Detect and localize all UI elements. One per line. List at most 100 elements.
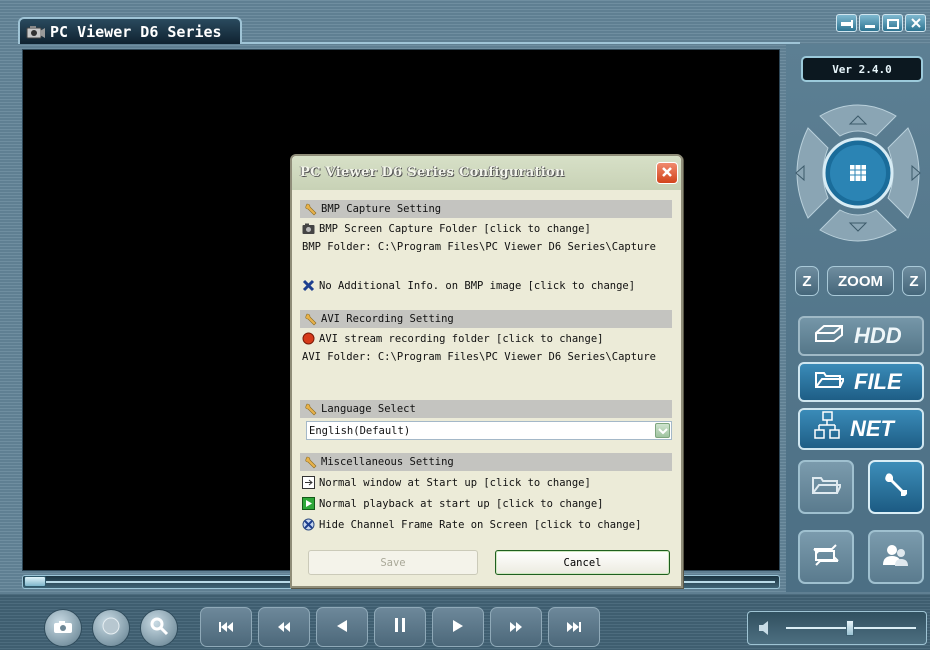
bmp-folder-option[interactable]: BMP Screen Capture Folder [click to chan… [302,220,591,237]
play-button[interactable] [432,607,484,647]
bmp-section-header: BMP Capture Setting [300,200,672,218]
version-label: Ver 2.4.0 [801,56,923,82]
wrench-icon [304,456,317,469]
pin-icon [840,14,854,33]
seek-handle[interactable] [24,576,46,587]
hdd-label: HDD [854,323,902,348]
avi-folder-option[interactable]: AVI stream recording folder [click to ch… [302,330,603,347]
transfer-button[interactable] [798,530,854,584]
app-title: PC Viewer D6 Series [50,22,222,41]
pin-button[interactable] [836,14,857,32]
zoom-in-label: Z [802,272,812,290]
avi-folder-path-text: AVI Folder: C:\Program Files\PC Viewer D… [302,350,657,363]
fast-forward-icon [508,618,524,637]
zoom-out-label: Z [909,272,919,290]
play-icon [302,497,315,510]
bmp-folder-path-text: BMP Folder: C:\Program Files\PC Viewer D… [302,240,657,253]
zoom-in-button[interactable]: Z [795,266,819,296]
search-icon [149,616,169,640]
language-section-header: Language Select [300,400,672,418]
skip-last-button[interactable] [548,607,600,647]
search-button[interactable] [140,609,178,647]
skip-last-icon [566,618,582,637]
speaker-icon [758,619,770,641]
startup-window-action: Normal window at Start up [click to chan… [319,476,591,489]
wrench-icon [304,313,317,326]
hide-icon [302,518,315,531]
zoom-controls: Z ZOOM Z [795,266,930,296]
pause-icon [394,617,406,637]
startup-playback-action: Normal playback at start up [click to ch… [319,497,604,510]
configuration-dialog: PC Viewer D6 Series Configuration BMP Ca… [290,154,683,588]
maximize-icon [886,14,899,33]
close-button[interactable] [905,14,926,32]
settings-button[interactable] [868,460,924,514]
dpad-center-button[interactable] [822,137,894,209]
skip-first-button[interactable] [200,607,252,647]
chevron-down-icon[interactable] [655,423,670,438]
minimize-icon [864,14,876,33]
users-icon [881,543,911,571]
wrench-icon [881,470,911,504]
file-label: FILE [854,369,902,394]
dialog-title: PC Viewer D6 Series Configuration [300,165,565,180]
camera-icon [302,222,315,235]
file-button[interactable]: FILE [798,362,924,402]
fast-forward-button[interactable] [490,607,542,647]
save-button[interactable]: Save [308,550,478,575]
zoom-button[interactable]: ZOOM [827,266,894,296]
dialog-close-button[interactable] [656,162,678,184]
avi-section-header: AVI Recording Setting [300,310,672,328]
hdd-icon [814,323,844,349]
folder-icon [814,369,846,395]
open-folder-button[interactable] [798,460,854,514]
record-icon [302,332,315,345]
minimize-button[interactable] [859,14,880,32]
cross-icon [302,279,315,292]
maximize-button[interactable] [882,14,903,32]
zoom-label: ZOOM [838,272,883,290]
snapshot-button[interactable] [44,609,82,647]
dialog-titlebar: PC Viewer D6 Series Configuration [292,156,681,190]
net-label: NET [850,416,894,441]
skip-first-icon [218,618,234,637]
title-divider [240,42,800,44]
frame-rate-option[interactable]: Hide Channel Frame Rate on Screen [click… [302,516,641,533]
misc-section-title: Miscellaneous Setting [321,456,454,468]
bmp-info-action: No Additional Info. on BMP image [click … [319,279,636,292]
play-icon [451,618,465,637]
close-icon [910,14,922,33]
startup-window-option[interactable]: Normal window at Start up [click to chan… [302,474,591,491]
startup-playback-option[interactable]: Normal playback at start up [click to ch… [302,495,603,512]
volume-handle[interactable] [846,620,854,636]
frame-rate-action: Hide Channel Frame Rate on Screen [click… [319,518,642,531]
cancel-button[interactable]: Cancel [495,550,670,575]
language-select-value: English(Default) [309,424,411,437]
avi-folder-action: AVI stream recording folder [click to ch… [319,332,604,345]
zoom-out-button[interactable]: Z [902,266,926,296]
rewind-button[interactable] [258,607,310,647]
record-icon [102,617,120,639]
bmp-section-title: BMP Capture Setting [321,203,442,215]
dpad-down-button[interactable] [819,209,897,242]
wrench-icon [304,403,317,416]
transfer-icon [810,543,842,571]
bmp-folder-action: BMP Screen Capture Folder [click to chan… [319,222,591,235]
dpad-up-button[interactable] [819,104,897,137]
pause-button[interactable] [374,607,426,647]
misc-section-header: Miscellaneous Setting [300,453,672,471]
grid-icon [850,165,866,181]
bmp-info-option[interactable]: No Additional Info. on BMP image [click … [302,277,635,294]
net-button[interactable]: NET [798,408,924,450]
wrench-icon [304,203,317,216]
record-button[interactable] [92,609,130,647]
hdd-button[interactable]: HDD [798,316,924,356]
play-reverse-button[interactable] [316,607,368,647]
language-select[interactable]: English(Default) [306,421,672,440]
play-reverse-icon [335,618,349,637]
rewind-icon [276,618,292,637]
app-title-tab: PC Viewer D6 Series [18,17,242,44]
camera-icon [53,619,73,638]
bmp-folder-path: BMP Folder: C:\Program Files\PC Viewer D… [302,238,656,255]
users-button[interactable] [868,530,924,584]
